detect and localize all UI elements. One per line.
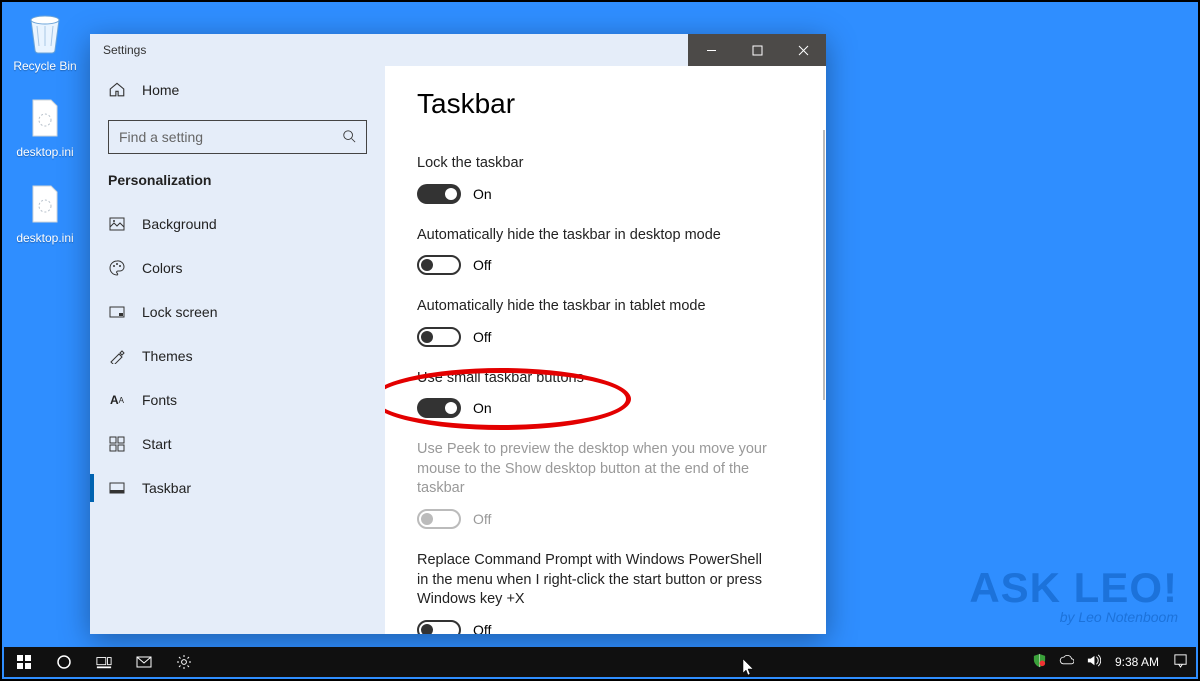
setting-small-buttons: Use small taskbar buttons On: [417, 369, 794, 419]
close-button[interactable]: [780, 34, 826, 66]
toggle[interactable]: [417, 255, 461, 275]
setting-label: Lock the taskbar: [417, 154, 777, 174]
tray-security-icon[interactable]: [1032, 653, 1047, 671]
setting-autohide-tablet: Automatically hide the taskbar in tablet…: [417, 297, 794, 347]
tray-notifications-icon[interactable]: [1173, 653, 1188, 671]
scrollbar[interactable]: [823, 130, 825, 400]
taskbar-icon: [108, 480, 126, 496]
setting-label: Use Peek to preview the desktop when you…: [417, 440, 777, 499]
search-placeholder: Find a setting: [119, 129, 342, 145]
page-heading: Taskbar: [417, 88, 794, 120]
sidebar-item-label: Fonts: [142, 392, 177, 408]
cursor-icon: [742, 658, 756, 681]
sidebar-item-label: Themes: [142, 348, 193, 364]
desktop-icon-label: Recycle Bin: [6, 59, 84, 73]
toggle-state: Off: [473, 622, 491, 634]
search-icon: [342, 129, 356, 146]
settings-button[interactable]: [164, 647, 204, 677]
sidebar-item-label: Background: [142, 216, 217, 232]
sidebar-item-fonts[interactable]: AA Fonts: [90, 378, 385, 422]
setting-label: Automatically hide the taskbar in tablet…: [417, 297, 777, 317]
sidebar-item-label: Lock screen: [142, 304, 217, 320]
window-title: Settings: [90, 34, 688, 66]
toggle-state: On: [473, 186, 492, 202]
watermark: ASK LEO! by Leo Notenboom: [969, 569, 1178, 625]
maximize-button[interactable]: [734, 34, 780, 66]
toggle-state: Off: [473, 511, 491, 527]
sidebar-item-label: Start: [142, 436, 172, 452]
tray-clock[interactable]: 9:38 AM: [1113, 655, 1161, 669]
toggle[interactable]: [417, 327, 461, 347]
taskbar: 9:38 AM: [4, 647, 1196, 677]
palette-icon: [108, 260, 126, 276]
setting-autohide-desktop: Automatically hide the taskbar in deskto…: [417, 226, 794, 276]
sidebar-item-colors[interactable]: Colors: [90, 246, 385, 290]
toggle-state: Off: [473, 257, 491, 273]
mail-button[interactable]: [124, 647, 164, 677]
home-button[interactable]: Home: [90, 66, 385, 114]
start-button[interactable]: [4, 647, 44, 677]
desktop-icon-recycle-bin[interactable]: Recycle Bin: [6, 8, 84, 73]
recycle-bin-icon: [21, 8, 69, 56]
titlebar[interactable]: Settings: [90, 34, 826, 66]
sidebar-item-lockscreen[interactable]: Lock screen: [90, 290, 385, 334]
task-view-button[interactable]: [84, 647, 124, 677]
desktop-icon-ini-2[interactable]: desktop.ini: [6, 180, 84, 245]
desktop: Recycle Bin desktop.ini desktop.ini Sett…: [0, 0, 1200, 681]
desktop-icon-label: desktop.ini: [6, 231, 84, 245]
toggle[interactable]: [417, 184, 461, 204]
watermark-subtitle: by Leo Notenboom: [969, 609, 1178, 625]
sidebar-item-label: Colors: [142, 260, 182, 276]
setting-use-peek: Use Peek to preview the desktop when you…: [417, 440, 794, 529]
setting-powershell: Replace Command Prompt with Windows Powe…: [417, 551, 794, 634]
home-label: Home: [142, 82, 179, 98]
search-input[interactable]: Find a setting: [108, 120, 367, 154]
watermark-title: ASK LEO!: [969, 569, 1178, 607]
lockscreen-icon: [108, 304, 126, 320]
toggle[interactable]: [417, 620, 461, 634]
setting-lock-taskbar: Lock the taskbar On: [417, 154, 794, 204]
toggle[interactable]: [417, 398, 461, 418]
fonts-icon: AA: [108, 393, 126, 407]
tray-volume-icon[interactable]: [1086, 653, 1101, 671]
home-icon: [108, 80, 126, 101]
toggle: [417, 509, 461, 529]
settings-window: Settings Home Find a setting Personaliza…: [90, 34, 826, 634]
toggle-state: Off: [473, 329, 491, 345]
desktop-icon-ini-1[interactable]: desktop.ini: [6, 94, 84, 159]
desktop-icon-label: desktop.ini: [6, 145, 84, 159]
file-icon: [21, 94, 69, 142]
start-icon: [108, 436, 126, 452]
settings-sidebar: Home Find a setting Personalization Back…: [90, 66, 385, 634]
cortana-button[interactable]: [44, 647, 84, 677]
themes-icon: [108, 348, 126, 364]
settings-content: Taskbar Lock the taskbar On Automaticall…: [385, 66, 826, 634]
setting-label: Replace Command Prompt with Windows Powe…: [417, 551, 777, 610]
tray-onedrive-icon[interactable]: [1059, 653, 1074, 671]
sidebar-item-background[interactable]: Background: [90, 202, 385, 246]
file-icon: [21, 180, 69, 228]
sidebar-item-themes[interactable]: Themes: [90, 334, 385, 378]
sidebar-item-taskbar[interactable]: Taskbar: [90, 466, 385, 510]
toggle-state: On: [473, 400, 492, 416]
picture-icon: [108, 216, 126, 232]
setting-label: Automatically hide the taskbar in deskto…: [417, 226, 777, 246]
sidebar-item-start[interactable]: Start: [90, 422, 385, 466]
setting-label: Use small taskbar buttons: [417, 369, 777, 389]
sidebar-item-label: Taskbar: [142, 480, 191, 496]
category-heading: Personalization: [90, 168, 385, 202]
minimize-button[interactable]: [688, 34, 734, 66]
